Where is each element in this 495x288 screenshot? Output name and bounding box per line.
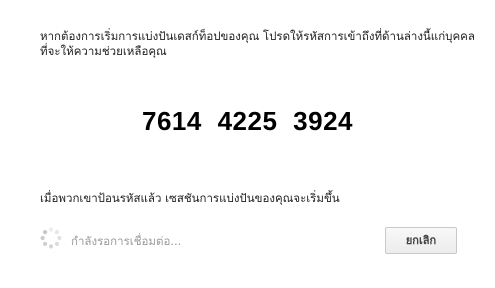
- share-desktop-dialog: หากต้องการเริ่มการแบ่งปันเดสก์ท็อปของคุณ…: [0, 0, 495, 288]
- cancel-button[interactable]: ยกเลิก: [385, 227, 457, 254]
- session-start-note: เมื่อพวกเขาป้อนรหัสแล้ว เซสชันการแบ่งปัน…: [40, 191, 340, 205]
- access-code-group-1: 7614: [142, 106, 202, 136]
- access-code: 7614 4225 3924: [0, 106, 495, 137]
- waiting-status-text: กำลังรอการเชื่อมต่อ...: [71, 234, 182, 248]
- access-code-group-3: 3924: [293, 106, 353, 136]
- access-code-group-2: 4225: [217, 106, 278, 136]
- share-instruction-text: หากต้องการเริ่มการแบ่งปันเดสก์ท็อปของคุณ…: [40, 29, 475, 58]
- spinner-icon: [40, 227, 62, 249]
